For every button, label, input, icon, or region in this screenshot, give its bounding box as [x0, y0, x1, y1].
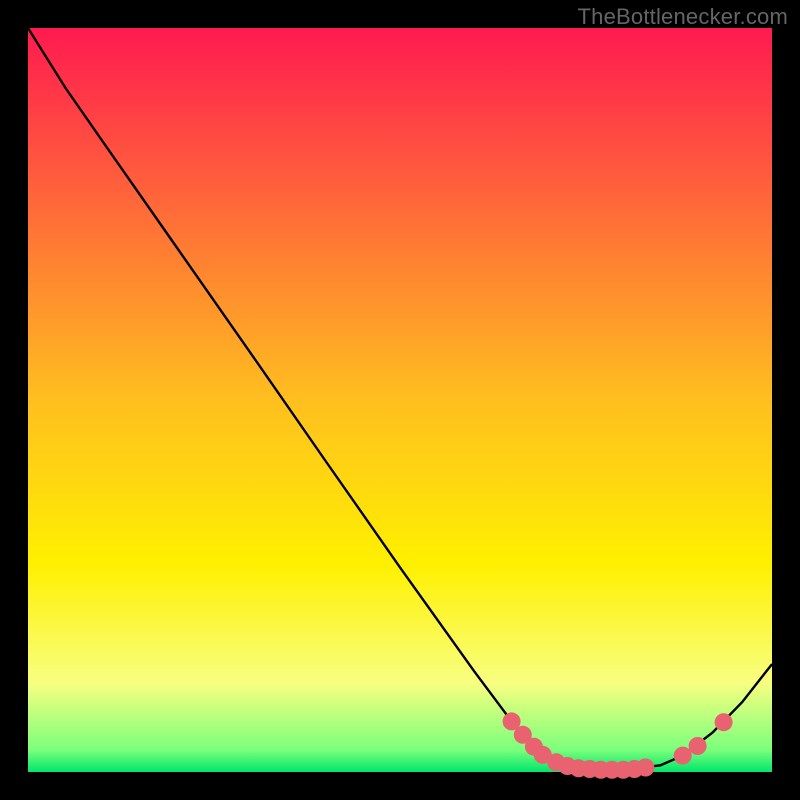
data-marker [689, 737, 707, 755]
plot-background [28, 28, 772, 772]
chart-container: { "watermark": "TheBottlenecker.com", "c… [0, 0, 800, 800]
data-marker [715, 713, 733, 731]
watermark-text: TheBottlenecker.com [578, 4, 788, 30]
data-marker [637, 759, 655, 777]
data-marker [674, 747, 692, 765]
bottleneck-chart [0, 0, 800, 800]
